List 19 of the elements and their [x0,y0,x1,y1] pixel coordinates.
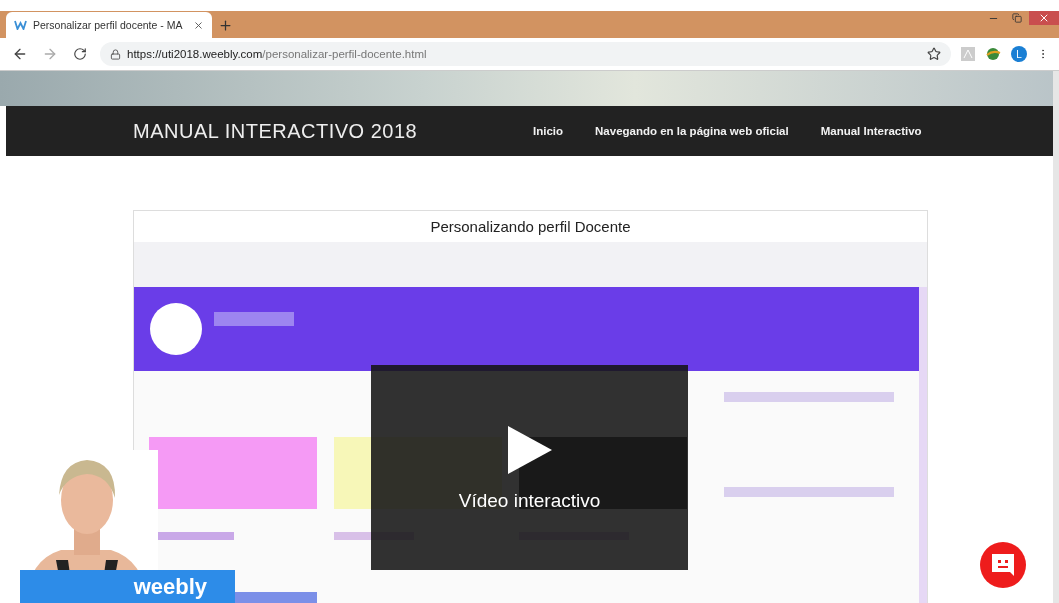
chat-face-icon [990,552,1016,578]
close-tab-icon[interactable] [192,19,204,31]
profile-avatar[interactable]: L [1011,46,1027,62]
star-icon[interactable] [927,47,941,61]
browser-tab[interactable]: Personalizar perfil docente - MA [6,12,212,38]
close-window-icon[interactable] [1029,11,1059,25]
tab-title: Personalizar perfil docente - MA [33,19,184,31]
chat-button[interactable] [980,542,1026,588]
url-path: /personalizar-perfil-docente.html [262,48,427,60]
lock-icon [110,48,121,60]
w-logo-icon [14,20,27,30]
nav-link[interactable]: Inicio [533,125,564,137]
nav-link[interactable]: Manual Interactivo [820,125,922,137]
globe-extension-icon[interactable] [985,47,1001,61]
embed-title: Personalizando perfil Docente [429,217,632,237]
site-title: MANUAL INTERACTIVO 2018 [133,119,419,143]
nav-link[interactable]: Navegando en la página web oficial [595,125,789,137]
url-host: https://uti2018.weebly.com [127,48,263,60]
address-bar[interactable]: https://uti2018.weebly.com/personalizar-perfil-docente.html [100,42,951,66]
